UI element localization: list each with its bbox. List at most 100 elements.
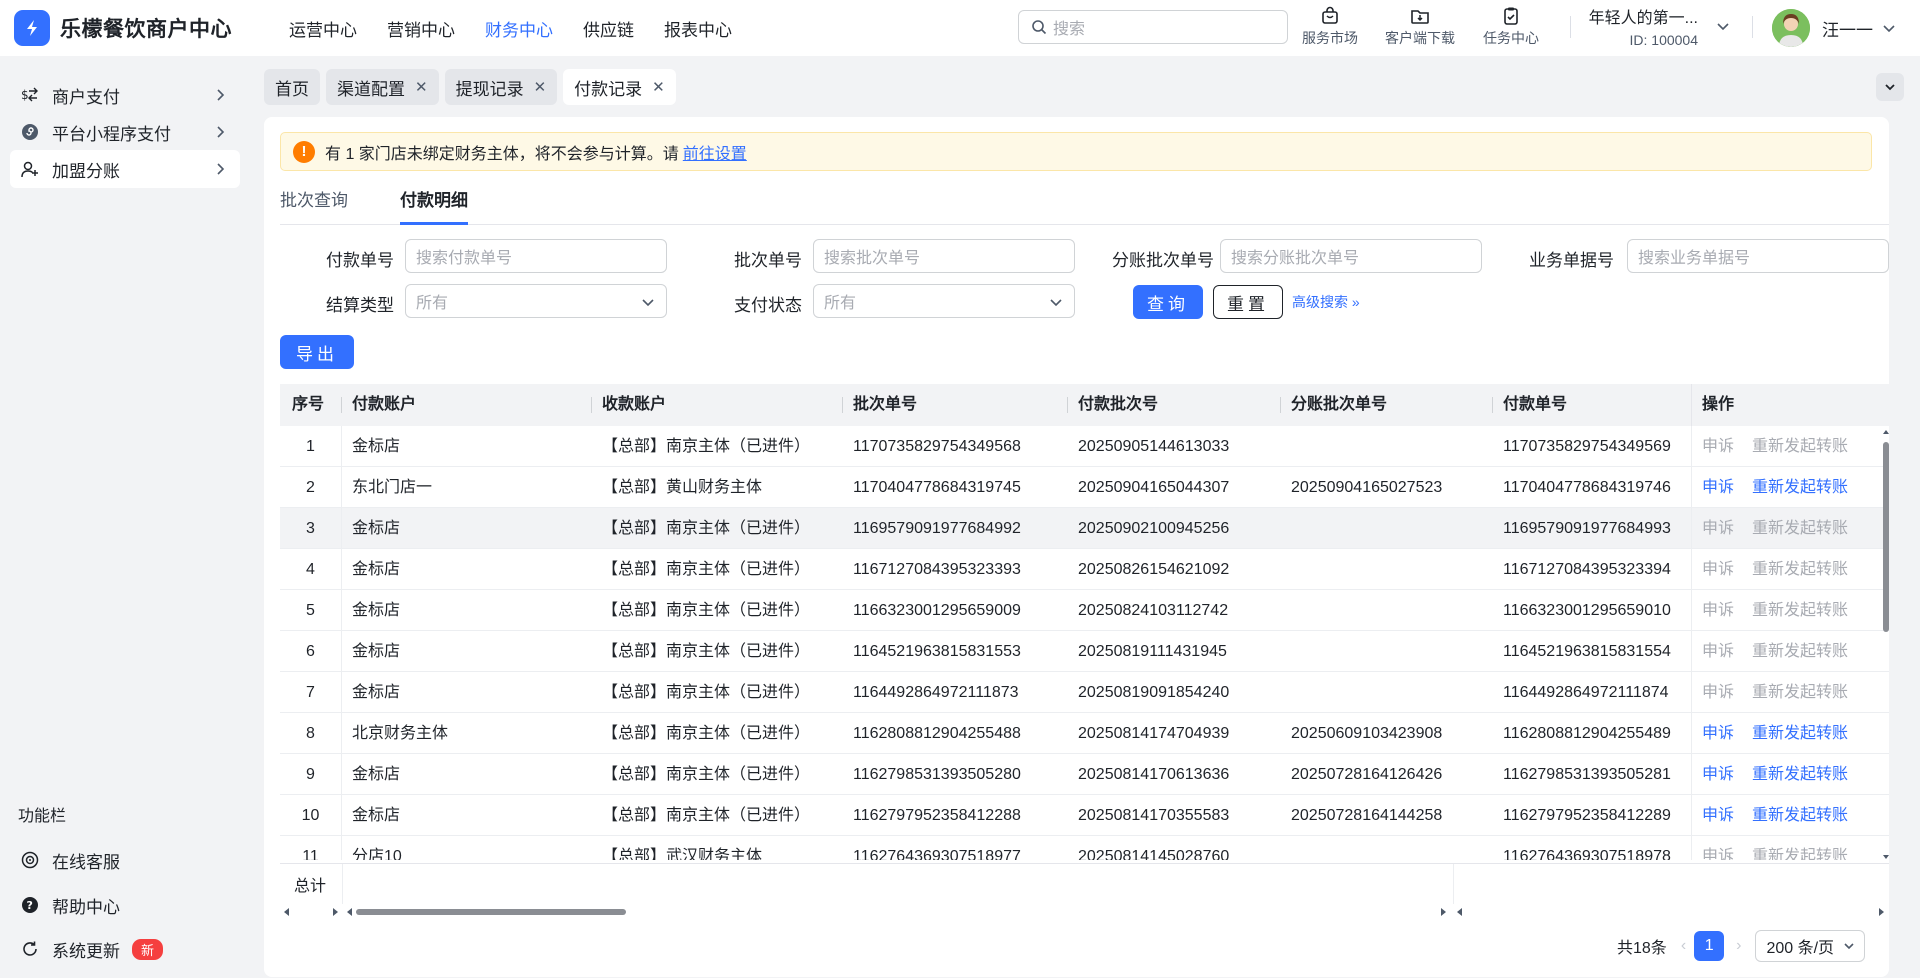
appeal-link[interactable]: 申诉	[1702, 561, 1734, 578]
col-header-actions: 操作	[1691, 384, 1889, 426]
tab-home[interactable]: 首页	[264, 69, 320, 105]
table-row[interactable]: 1 金标店 【总部】南京主体（已进件） 1170735829754349568 2025…	[280, 426, 1889, 467]
table-row[interactable]: 10 金标店 【总部】南京主体（已进件） 1162797952358412288 202…	[280, 795, 1889, 836]
table-row[interactable]: 11 分店10 【总部】武汉财务主体 1162764369307518977 20250…	[280, 836, 1889, 860]
close-icon[interactable]: ✕	[534, 78, 547, 96]
appeal-link[interactable]: 申诉	[1702, 725, 1734, 742]
retry-transfer-link[interactable]: 重新发起转账	[1752, 602, 1848, 619]
payment-no-input[interactable]: 搜索付款单号	[405, 239, 667, 273]
retry-transfer-link[interactable]: 重新发起转账	[1752, 643, 1848, 660]
query-button[interactable]: 查询	[1133, 285, 1203, 319]
user-name: 汪一一	[1822, 20, 1873, 40]
retry-transfer-link[interactable]: 重新发起转账	[1752, 848, 1848, 860]
retry-transfer-link[interactable]: 重新发起转账	[1752, 807, 1848, 824]
biz-no-input[interactable]: 搜索业务单据号	[1627, 239, 1889, 273]
cell-split-batch-no: 20250904165027523	[1291, 479, 1443, 496]
sidebar-item-merchant-payment[interactable]: $ 商户支付	[10, 76, 240, 114]
cell-pay-batch-no: 20250819091854240	[1078, 684, 1230, 701]
subtab-payment-detail[interactable]: 付款明细	[400, 187, 468, 225]
close-icon[interactable]: ✕	[415, 78, 428, 96]
table-row[interactable]: 2 东北门店一 【总部】黄山财务主体 1170404778684319745 20250…	[280, 467, 1889, 508]
export-button[interactable]: 导出	[280, 335, 354, 369]
brand-logo[interactable]: 乐檬餐饮商户中心	[14, 10, 264, 46]
function-help-center[interactable]: ? 帮助中心	[10, 886, 240, 924]
appeal-link[interactable]: 申诉	[1702, 438, 1734, 455]
alert-settings-link[interactable]: 前往设置	[683, 140, 747, 164]
sidebar-item-mini-program-payment[interactable]: 平台小程序支付	[10, 113, 240, 151]
retry-transfer-link[interactable]: 重新发起转账	[1752, 725, 1848, 742]
close-icon[interactable]: ✕	[652, 78, 665, 96]
select-value: 所有	[824, 295, 857, 312]
cell-payee: 【总部】南京主体（已进件）	[602, 561, 811, 578]
split-batch-no-input[interactable]: 搜索分账批次单号	[1220, 239, 1482, 273]
cell-actions: 申诉 重新发起转账	[1691, 836, 1889, 860]
tool-label: 客户端下载	[1385, 30, 1455, 46]
table-row[interactable]: 9 金标店 【总部】南京主体（已进件） 1162798531393505280 2025…	[280, 754, 1889, 795]
function-online-service[interactable]: 在线客服	[10, 841, 240, 879]
cell-no: 9	[280, 754, 342, 795]
retry-transfer-link[interactable]: 重新发起转账	[1752, 438, 1848, 455]
cell-pay-no: 1170404778684319746	[1503, 479, 1671, 496]
cell-pay-batch-no: 20250814170613636	[1078, 766, 1230, 783]
appeal-link[interactable]: 申诉	[1702, 520, 1734, 537]
chevron-down-icon[interactable]	[1715, 18, 1731, 34]
appeal-link[interactable]: 申诉	[1702, 684, 1734, 701]
appeal-link[interactable]: 申诉	[1702, 807, 1734, 824]
function-bar-title: 功能栏	[18, 808, 67, 825]
clipboard-check-icon	[1504, 7, 1518, 25]
tenant-switcher[interactable]: 年轻人的第一... ID: 100004	[1588, 4, 1698, 48]
tool-task-center[interactable]: 任务中心	[1483, 6, 1539, 48]
cell-pay-no: 1162808812904255489	[1503, 725, 1671, 742]
shop-bag-icon	[1322, 6, 1338, 24]
cell-batch-no: 1169579091977684992	[853, 520, 1021, 537]
table-horizontal-scrollbar[interactable]	[280, 903, 1889, 921]
search-input[interactable]: 搜索	[1018, 10, 1288, 44]
retry-transfer-link[interactable]: 重新发起转账	[1752, 520, 1848, 537]
tab-channel-config[interactable]: 渠道配置 ✕	[326, 69, 439, 105]
user-menu[interactable]: 汪一一	[1772, 9, 1897, 47]
page-number-current[interactable]: 1	[1694, 931, 1725, 961]
prev-page-icon[interactable]: ‹	[1681, 937, 1686, 955]
cell-payee: 【总部】南京主体（已进件）	[602, 725, 811, 742]
col-header-split-batch-no: 分账批次单号	[1281, 384, 1493, 426]
retry-transfer-link[interactable]: 重新发起转账	[1752, 684, 1848, 701]
settle-type-select[interactable]: 所有	[405, 284, 667, 318]
tool-client-download[interactable]: 客户端下载	[1385, 6, 1455, 48]
table-vertical-scrollbar[interactable]	[1881, 426, 1891, 863]
retry-transfer-link[interactable]: 重新发起转账	[1752, 561, 1848, 578]
batch-no-input[interactable]: 搜索批次单号	[813, 239, 1075, 273]
table-row[interactable]: 3 金标店 【总部】南京主体（已进件） 1169579091977684992 2025…	[280, 508, 1889, 549]
appeal-link[interactable]: 申诉	[1702, 643, 1734, 660]
nav-operations[interactable]: 运营中心	[289, 16, 357, 41]
nav-reports[interactable]: 报表中心	[664, 16, 732, 41]
retry-transfer-link[interactable]: 重新发起转账	[1752, 479, 1848, 496]
cell-batch-no: 1170404778684319745	[853, 479, 1021, 496]
reset-button[interactable]: 重置	[1213, 285, 1283, 319]
nav-marketing[interactable]: 营销中心	[387, 16, 455, 41]
table-row[interactable]: 5 金标店 【总部】南京主体（已进件） 1166323001295659009 2025…	[280, 590, 1889, 631]
page-size-select[interactable]: 200 条/页	[1755, 930, 1866, 962]
subtab-batch-query[interactable]: 批次查询	[280, 187, 348, 225]
advanced-search-link[interactable]: 高级搜索 »	[1292, 292, 1360, 312]
sidebar-item-franchise-split[interactable]: 加盟分账	[10, 150, 240, 188]
pay-status-select[interactable]: 所有	[813, 284, 1075, 318]
table-row[interactable]: 6 金标店 【总部】南京主体（已进件） 1164521963815831553 2025…	[280, 631, 1889, 672]
function-system-update[interactable]: 系统更新 新	[10, 930, 240, 968]
appeal-link[interactable]: 申诉	[1702, 602, 1734, 619]
appeal-link[interactable]: 申诉	[1702, 479, 1734, 496]
table-row[interactable]: 7 金标店 【总部】南京主体（已进件） 1164492864972111873 2025…	[280, 672, 1889, 713]
tool-service-market[interactable]: 服务市场	[1302, 6, 1358, 48]
tabs-dropdown-button[interactable]	[1876, 73, 1904, 101]
retry-transfer-link[interactable]: 重新发起转账	[1752, 766, 1848, 783]
table-row[interactable]: 4 金标店 【总部】南京主体（已进件） 1167127084395323393 2025…	[280, 549, 1889, 590]
nav-finance[interactable]: 财务中心	[485, 16, 553, 41]
tab-payment-records[interactable]: 付款记录 ✕	[563, 69, 676, 105]
appeal-link[interactable]: 申诉	[1702, 766, 1734, 783]
next-page-icon[interactable]: ›	[1736, 937, 1741, 955]
appeal-link[interactable]: 申诉	[1702, 848, 1734, 860]
table-row[interactable]: 8 北京财务主体 【总部】南京主体（已进件） 1162808812904255488 2…	[280, 713, 1889, 754]
cell-batch-no: 1164492864972111873	[853, 684, 1019, 701]
divider	[1752, 16, 1753, 38]
tab-withdraw-records[interactable]: 提现记录 ✕	[444, 69, 558, 105]
nav-supply-chain[interactable]: 供应链	[583, 16, 634, 41]
